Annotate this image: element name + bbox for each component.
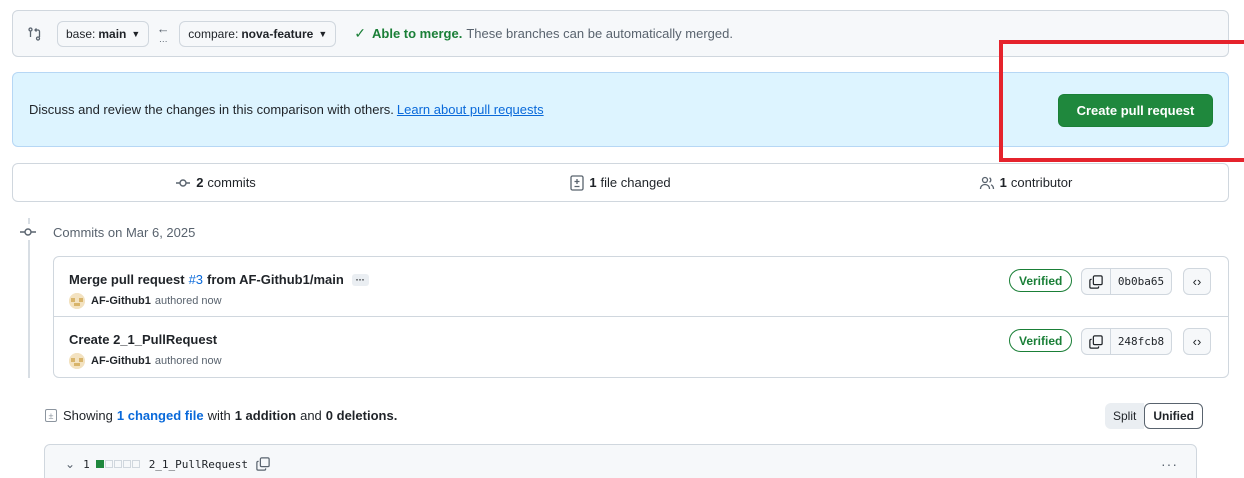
create-pull-request-button[interactable]: Create pull request [1058, 94, 1213, 127]
commits-tab[interactable]: 2 commits [13, 175, 418, 191]
copy-sha-button[interactable] [1081, 268, 1111, 295]
deletions-count: 0 deletions. [325, 408, 398, 423]
files-label: file changed [600, 175, 671, 190]
copy-icon [1089, 274, 1103, 289]
changed-files-link[interactable]: 1 changed file [117, 408, 204, 423]
diffstat [95, 460, 141, 468]
diffstat-neutral-square [122, 460, 131, 468]
merge-status-strong: Able to merge. [372, 26, 463, 41]
commit-title[interactable]: Merge pull request #3 from AF-Github1/ma… [69, 272, 369, 287]
commit-author[interactable]: AF-Github1 [91, 295, 151, 307]
code-icon: ‹› [1192, 274, 1202, 289]
commit-title-prefix: Create 2_1_PullRequest [69, 332, 218, 347]
diff-summary: ± Showing 1 changed file with 1 addition… [45, 408, 401, 423]
pr-link[interactable]: #3 [189, 272, 203, 287]
copy-path-button[interactable] [256, 457, 270, 471]
git-compare-icon [27, 26, 43, 42]
commit-title-prefix: Merge pull request [69, 272, 185, 287]
showing-and: and [300, 408, 322, 423]
base-label: base: [66, 26, 96, 41]
browse-code-button[interactable]: ‹› [1183, 268, 1211, 295]
commit-title-suffix: from AF-Github1/main [207, 272, 344, 287]
commit-icon [19, 224, 37, 240]
commits-count: 2 [196, 175, 204, 190]
discuss-text: Discuss and review the changes in this c… [29, 102, 394, 117]
expand-message-button[interactable]: ··· [351, 273, 369, 286]
contributors-label: contributor [1010, 175, 1073, 190]
browse-code-button[interactable]: ‹› [1183, 328, 1211, 355]
avatar[interactable] [69, 353, 85, 369]
caret-down-icon: ▼ [318, 28, 328, 39]
kebab-menu-icon[interactable]: ··· [1161, 456, 1178, 472]
contributors-count: 1 [999, 175, 1007, 190]
file-change-count: 1 [83, 457, 90, 471]
commits-date-header: Commits on Mar 6, 2025 [19, 224, 195, 240]
check-icon: ✓ [354, 25, 367, 41]
diffstat-added-square [95, 460, 104, 468]
commit-sha-link[interactable]: 0b0ba65 [1110, 268, 1172, 295]
file-header: ⌄ 1 2_1_PullRequest ··· [44, 444, 1197, 478]
diff-view-toggle: Split Unified [1105, 403, 1204, 429]
commits-label: commits [207, 175, 256, 190]
commit-author[interactable]: AF-Github1 [91, 355, 151, 367]
commit-icon [175, 175, 191, 191]
caret-down-icon: ▼ [131, 28, 141, 39]
diffstat-neutral-square [104, 460, 113, 468]
files-count: 1 [589, 175, 597, 190]
commit-time: authored now [154, 355, 222, 367]
copy-sha-button[interactable] [1081, 328, 1111, 355]
verified-badge[interactable]: Verified [1009, 329, 1073, 352]
contributors-tab[interactable]: 1 contributor [823, 175, 1228, 191]
diffstat-neutral-square [131, 460, 140, 468]
compare-summary: 2 commits 1 file changed 1 contributor [12, 163, 1229, 202]
copy-icon [256, 457, 270, 471]
arrow-left-icon: ←… [156, 20, 170, 44]
commits-date: Commits on Mar 6, 2025 [53, 224, 196, 240]
discuss-banner: Discuss and review the changes in this c… [12, 72, 1229, 147]
diffstat-neutral-square [113, 460, 122, 468]
base-value: main [98, 26, 127, 41]
file-name[interactable]: 2_1_PullRequest [149, 458, 248, 471]
chevron-down-icon[interactable]: ⌄ [65, 457, 75, 471]
learn-pull-requests-link[interactable]: Learn about pull requests [397, 102, 544, 117]
commit-title[interactable]: Create 2_1_PullRequest [69, 332, 217, 347]
showing-with: with [207, 408, 231, 423]
people-icon [979, 175, 995, 191]
commit-list: Merge pull request #3 from AF-Github1/ma… [53, 256, 1229, 378]
commit-meta: AF-Github1 authored now [69, 353, 222, 369]
files-changed-tab[interactable]: 1 file changed [418, 174, 823, 191]
range-editor: base: main ▼ ←… compare: nova-feature ▼ … [12, 10, 1229, 57]
commit-sha-link[interactable]: 248fcb8 [1110, 328, 1172, 355]
commit-row: Create 2_1_PullRequest AF-Github1 author… [54, 317, 1228, 377]
avatar[interactable] [69, 293, 85, 309]
file-diff-icon: ± [45, 409, 57, 422]
commit-meta: AF-Github1 authored now [69, 293, 222, 309]
showing-prefix: Showing [63, 408, 113, 423]
merge-status: ✓ Able to merge. These branches can be a… [354, 25, 733, 42]
additions-count: 1 addition [234, 408, 297, 423]
unified-view-button[interactable]: Unified [1144, 403, 1204, 429]
commit-time: authored now [154, 295, 222, 307]
code-icon: ‹› [1192, 334, 1202, 349]
copy-icon [1089, 334, 1103, 349]
timeline-line [28, 218, 30, 378]
base-branch-select[interactable]: base: main ▼ [57, 20, 150, 47]
commit-row: Merge pull request #3 from AF-Github1/ma… [54, 257, 1228, 317]
compare-branch-select[interactable]: compare: nova-feature ▼ [179, 20, 337, 47]
split-view-button[interactable]: Split [1105, 403, 1145, 429]
file-diff-icon [570, 174, 584, 191]
verified-badge[interactable]: Verified [1009, 269, 1073, 292]
compare-value: nova-feature [241, 26, 314, 41]
compare-label: compare: [188, 26, 239, 41]
merge-status-text: These branches can be automatically merg… [466, 26, 733, 41]
